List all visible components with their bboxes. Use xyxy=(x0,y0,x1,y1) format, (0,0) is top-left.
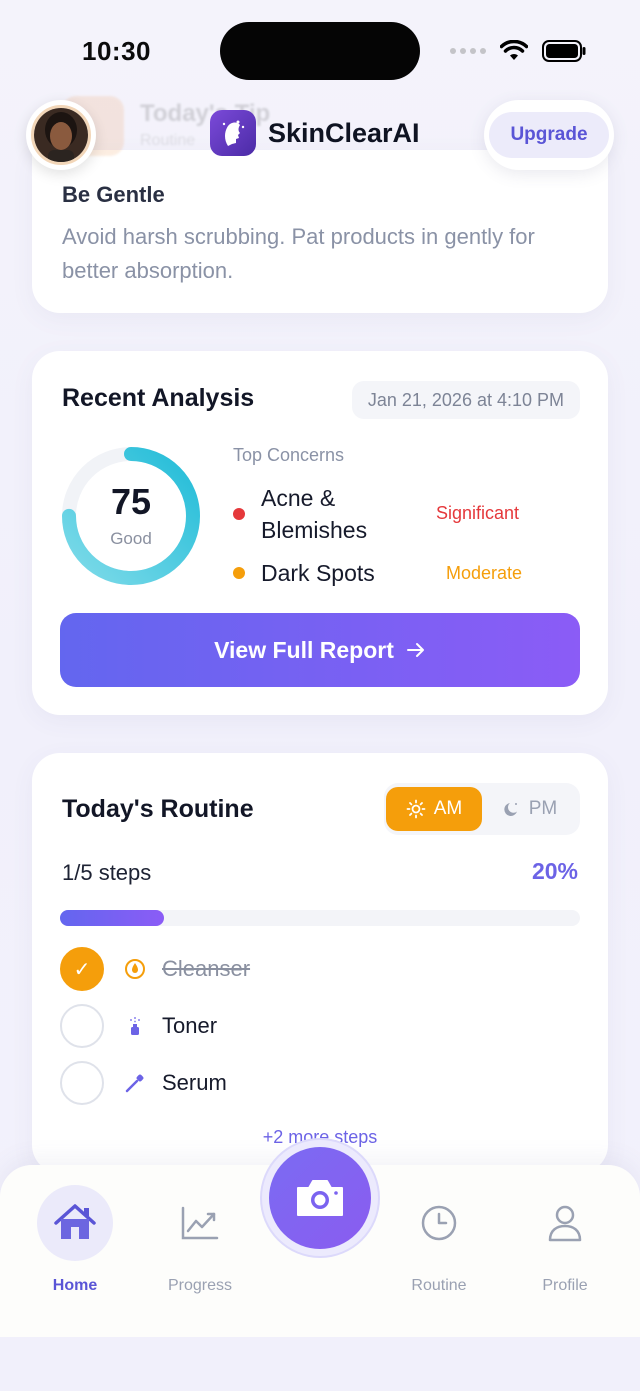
concern-dot-acne xyxy=(233,508,245,520)
avatar-button[interactable] xyxy=(26,100,96,170)
todays-routine-card: Today's Routine AM PM 1/5 steps 20% ✓ Cl… xyxy=(32,753,608,1173)
step-checkbox-checked[interactable]: ✓ xyxy=(60,947,104,991)
recent-analysis-card: Recent Analysis Jan 21, 2026 at 4:10 PM … xyxy=(32,351,608,715)
concern-level-acne: Significant xyxy=(436,503,520,523)
status-icons xyxy=(450,40,586,62)
concern-name-dark-spots: Dark Spots xyxy=(261,560,375,586)
upgrade-container: Upgrade xyxy=(484,100,614,170)
home-indicator-area xyxy=(0,1337,640,1391)
arrow-right-icon xyxy=(406,643,424,657)
step-checkbox[interactable] xyxy=(60,1061,104,1105)
signal-icon xyxy=(450,48,486,54)
routine-step-toner[interactable]: Toner xyxy=(60,1004,580,1050)
brand: SkinClearAI xyxy=(210,110,420,156)
droplet-icon xyxy=(124,958,146,980)
avatar xyxy=(31,105,91,165)
status-time: 10:30 xyxy=(82,36,151,66)
tab-home[interactable]: Home xyxy=(20,1185,130,1295)
routine-step-cleanser[interactable]: ✓ Cleanser xyxy=(60,947,580,993)
concern-name-acne: Acne & Blemishes xyxy=(261,485,368,543)
am-pm-toggle: AM PM xyxy=(384,783,580,835)
tab-routine-label: Routine xyxy=(411,1277,467,1294)
routine-step-serum[interactable]: Serum xyxy=(60,1061,580,1107)
step-label-serum: Serum xyxy=(162,1070,227,1095)
todays-routine-title: Today's Routine xyxy=(62,795,254,823)
skin-score: 75 xyxy=(110,481,152,522)
home-icon xyxy=(37,1185,113,1261)
sun-icon xyxy=(406,799,426,819)
pm-toggle[interactable]: PM xyxy=(484,787,576,831)
chart-trend-icon xyxy=(162,1185,238,1261)
moon-icon xyxy=(504,803,517,816)
skin-score-label: Good xyxy=(110,529,152,548)
step-label-toner: Toner xyxy=(162,1013,218,1038)
camera-icon xyxy=(297,1180,343,1216)
analysis-date: Jan 21, 2026 at 4:10 PM xyxy=(351,381,580,419)
status-bar: 10:30 xyxy=(0,0,640,100)
dropper-icon xyxy=(124,1072,146,1094)
brand-logo-icon xyxy=(210,110,256,156)
steps-percent: 20% xyxy=(531,858,578,884)
dynamic-island xyxy=(220,22,420,80)
user-icon xyxy=(527,1185,603,1261)
camera-scan-button[interactable] xyxy=(269,1147,371,1249)
tab-progress[interactable]: Progress xyxy=(145,1185,255,1295)
tab-routine[interactable]: Routine xyxy=(384,1185,494,1295)
camera-button-ring xyxy=(262,1140,378,1256)
wifi-icon xyxy=(500,40,528,60)
recent-analysis-title: Recent Analysis xyxy=(62,384,255,412)
step-checkbox[interactable] xyxy=(60,1004,104,1048)
steps-count: 1/5 steps xyxy=(62,860,152,885)
pm-label: PM xyxy=(528,798,558,819)
view-full-report-button[interactable]: View Full Report xyxy=(60,613,580,687)
tab-profile[interactable]: Profile xyxy=(510,1185,620,1295)
upgrade-button[interactable]: Upgrade xyxy=(489,112,609,158)
routine-progress-fill xyxy=(60,910,164,926)
tab-home-label: Home xyxy=(52,1277,98,1294)
clock-icon xyxy=(401,1185,477,1261)
tab-profile-label: Profile xyxy=(542,1277,588,1294)
brand-name: SkinClearAI xyxy=(268,117,420,148)
routine-progress-bar xyxy=(60,910,580,926)
am-label: AM xyxy=(433,798,463,819)
tab-progress-label: Progress xyxy=(167,1277,233,1294)
spray-icon xyxy=(124,1015,146,1037)
top-concerns-heading: Top Concerns xyxy=(233,445,345,465)
tip-body: Avoid harsh scrubbing. Pat products in g… xyxy=(62,224,535,283)
tip-title: Be Gentle xyxy=(62,182,165,207)
concern-dot-dark-spots xyxy=(233,567,245,579)
view-full-report-label: View Full Report xyxy=(214,636,394,663)
step-label-cleanser: Cleanser xyxy=(162,956,251,981)
concern-level-dark-spots: Moderate xyxy=(446,563,523,583)
battery-icon xyxy=(542,40,586,62)
app-header: SkinClearAI Upgrade xyxy=(0,96,640,176)
am-toggle[interactable]: AM xyxy=(386,787,482,831)
